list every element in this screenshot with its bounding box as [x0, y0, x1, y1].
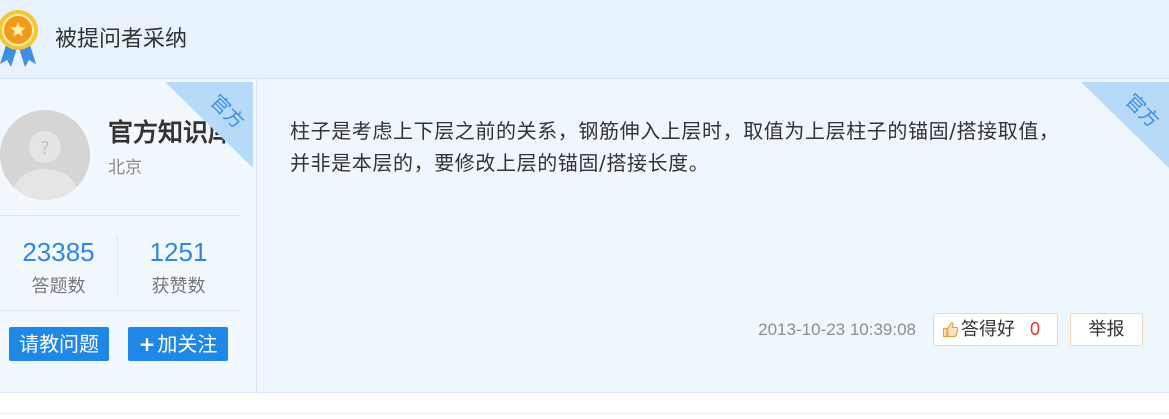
thumbs-up-icon [943, 322, 959, 337]
answer-timestamp: 2013-10-23 10:39:08 [758, 320, 916, 339]
stat-answers[interactable]: 23385 答题数 [0, 234, 117, 302]
answer-line: 柱子是考虑上下层之前的关系，钢筋伸入上层时，取值为上层柱子的锚固/搭接取值， [290, 119, 1060, 143]
medal-icon [0, 10, 38, 67]
stat-answers-label: 答题数 [31, 276, 86, 297]
like-button[interactable]: 答得好 0 [933, 313, 1058, 346]
report-button[interactable]: 举报 [1070, 313, 1143, 346]
answer-line: 并非是本层的，要修改上层的锚固/搭接长度。 [290, 151, 710, 175]
svg-text:?: ? [40, 138, 50, 159]
user-location: 北京 [108, 158, 142, 178]
divider [0, 215, 240, 216]
plus-icon: + [138, 332, 156, 356]
ask-question-button[interactable]: 请教问题 [9, 327, 109, 361]
like-count: 0 [1030, 319, 1041, 339]
answer-content: 柱子是考虑上下层之前的关系，钢筋伸入上层时，取值为上层柱子的锚固/搭接取值， 并… [290, 115, 1060, 179]
divider [0, 413, 1169, 414]
stat-likes-value: 1251 [149, 237, 208, 267]
default-avatar-icon[interactable]: ? [0, 109, 90, 201]
stat-likes-label: 获赞数 [151, 276, 206, 297]
stat-divider [117, 235, 118, 298]
follow-button-label: 加关注 [157, 332, 218, 356]
accepted-answer-title: 被提问者采纳 [55, 27, 188, 52]
follow-button[interactable]: + 加关注 [128, 327, 228, 361]
stat-likes[interactable]: 1251 获赞数 [120, 234, 237, 302]
stat-answers-value: 23385 [22, 237, 95, 267]
like-button-label: 答得好 [961, 319, 1015, 340]
divider [0, 310, 240, 311]
